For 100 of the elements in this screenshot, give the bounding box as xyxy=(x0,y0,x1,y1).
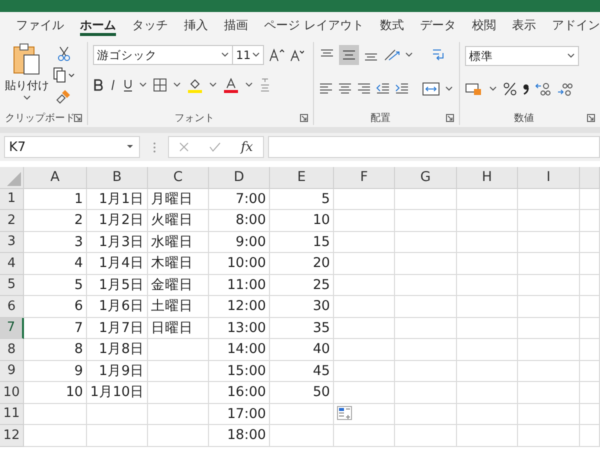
font-name-dropdown[interactable]: 游ゴシック xyxy=(93,45,233,65)
empty-cell xyxy=(518,253,580,274)
row-header[interactable]: 3 xyxy=(0,232,24,253)
dialog-launcher-icon[interactable] xyxy=(446,114,454,122)
increase-decimal-icon[interactable] xyxy=(535,82,551,96)
row-header[interactable]: 12 xyxy=(0,425,24,446)
shrink-font-icon[interactable] xyxy=(290,48,304,62)
formula-input[interactable] xyxy=(268,136,600,158)
increase-indent-icon[interactable] xyxy=(395,83,409,95)
paste-button[interactable]: 貼り付け xyxy=(5,42,49,101)
phonetic-guide-icon[interactable] xyxy=(259,77,271,93)
align-right-icon[interactable] xyxy=(357,83,371,95)
empty-cell xyxy=(580,382,600,404)
quick-analysis-icon[interactable] xyxy=(337,406,352,420)
italic-icon[interactable] xyxy=(109,79,117,91)
bold-icon[interactable] xyxy=(93,79,103,91)
empty-cell xyxy=(395,425,457,446)
empty-cell xyxy=(518,360,580,382)
empty-cell xyxy=(457,296,518,318)
empty-cell xyxy=(334,274,395,296)
table-cell: 14:00 xyxy=(209,339,270,360)
font-color-icon[interactable] xyxy=(223,78,239,92)
column-header[interactable]: D xyxy=(209,167,270,188)
ribbon-tab[interactable]: タッチ xyxy=(124,12,176,38)
empty-cell xyxy=(580,253,600,274)
ribbon-tab[interactable]: 数式 xyxy=(372,12,412,38)
fill-color-icon[interactable] xyxy=(187,78,203,92)
row-header[interactable]: 7 xyxy=(0,318,24,339)
ribbon-tab[interactable]: データ xyxy=(412,12,464,38)
font-size-dropdown[interactable]: 11 xyxy=(232,45,264,65)
check-icon[interactable] xyxy=(208,142,221,152)
ribbon-tab[interactable]: 挿入 xyxy=(176,12,216,38)
column-header[interactable]: G xyxy=(395,167,457,188)
comma-style-icon[interactable] xyxy=(523,83,529,95)
table-cell: 9 xyxy=(24,360,87,382)
row-header[interactable]: 1 xyxy=(0,188,24,210)
dialog-launcher-icon[interactable] xyxy=(74,114,82,122)
empty-cell xyxy=(334,339,395,360)
empty-cell xyxy=(457,425,518,446)
name-box[interactable]: K7 xyxy=(4,136,140,158)
insert-function-button[interactable]: fx xyxy=(240,140,253,154)
ribbon-tab[interactable]: 校閲 xyxy=(464,12,504,38)
dialog-launcher-icon[interactable] xyxy=(587,114,595,122)
merge-cells-icon[interactable] xyxy=(422,82,440,96)
empty-cell xyxy=(148,360,209,382)
table-cell: 土曜日 xyxy=(148,296,209,318)
middle-align-icon[interactable] xyxy=(339,45,359,65)
table-cell: 50 xyxy=(270,382,334,404)
align-left-icon[interactable] xyxy=(319,83,333,95)
caret-icon xyxy=(245,82,253,88)
row-header[interactable]: 6 xyxy=(0,296,24,318)
clipboard-icon xyxy=(12,42,42,76)
row-header[interactable]: 11 xyxy=(0,404,24,425)
empty-cell xyxy=(334,210,395,232)
empty-cell xyxy=(457,188,518,210)
font-name-value: 游ゴシック xyxy=(97,48,157,62)
column-header[interactable]: I xyxy=(518,167,580,188)
borders-icon[interactable] xyxy=(153,78,167,92)
row-header[interactable]: 10 xyxy=(0,382,24,404)
currency-icon[interactable] xyxy=(465,82,483,96)
empty-cell xyxy=(334,425,395,446)
column-header[interactable]: C xyxy=(148,167,209,188)
underline-icon[interactable] xyxy=(123,78,133,92)
column-header[interactable]: H xyxy=(457,167,518,188)
empty-cell xyxy=(518,382,580,404)
ribbon-tab[interactable]: ページ レイアウト xyxy=(256,12,372,38)
grow-font-icon[interactable] xyxy=(269,48,285,62)
orientation-icon[interactable] xyxy=(383,48,401,62)
column-header[interactable]: E xyxy=(270,167,334,188)
table-cell: 月曜日 xyxy=(148,188,209,210)
table-cell: 25 xyxy=(270,274,334,296)
ribbon-tab[interactable]: ホーム xyxy=(72,12,124,38)
ribbon-tab[interactable]: 描画 xyxy=(216,12,256,38)
row-header[interactable]: 2 xyxy=(0,210,24,232)
decrease-decimal-icon[interactable] xyxy=(557,82,573,96)
decrease-indent-icon[interactable] xyxy=(376,83,390,95)
percent-icon[interactable] xyxy=(503,82,517,96)
table-cell: 1月10日 xyxy=(87,382,148,404)
table-cell: 3 xyxy=(24,232,87,253)
empty-cell xyxy=(148,404,209,425)
row-header[interactable]: 9 xyxy=(0,360,24,382)
row-header[interactable]: 4 xyxy=(0,253,24,274)
dialog-launcher-icon[interactable] xyxy=(300,114,308,122)
align-center-icon[interactable] xyxy=(338,83,352,95)
number-format-dropdown[interactable]: 標準 xyxy=(465,46,579,66)
paste-label: 貼り付け xyxy=(5,78,49,93)
empty-cell xyxy=(87,425,148,446)
ribbon-tab[interactable]: 表示 xyxy=(504,12,544,38)
empty-cell xyxy=(395,318,457,339)
empty-cell xyxy=(395,274,457,296)
ribbon-tab[interactable]: アドイン xyxy=(544,12,600,38)
row-header[interactable]: 5 xyxy=(0,274,24,296)
row-header[interactable]: 8 xyxy=(0,339,24,360)
ribbon-tab[interactable]: ファイル xyxy=(8,12,72,38)
column-header[interactable]: F xyxy=(334,167,395,188)
table-cell: 10 xyxy=(24,382,87,404)
caret-icon xyxy=(567,53,575,59)
table-cell: 18:00 xyxy=(209,425,270,446)
column-header[interactable]: A xyxy=(24,167,87,188)
column-header[interactable]: B xyxy=(87,167,148,188)
